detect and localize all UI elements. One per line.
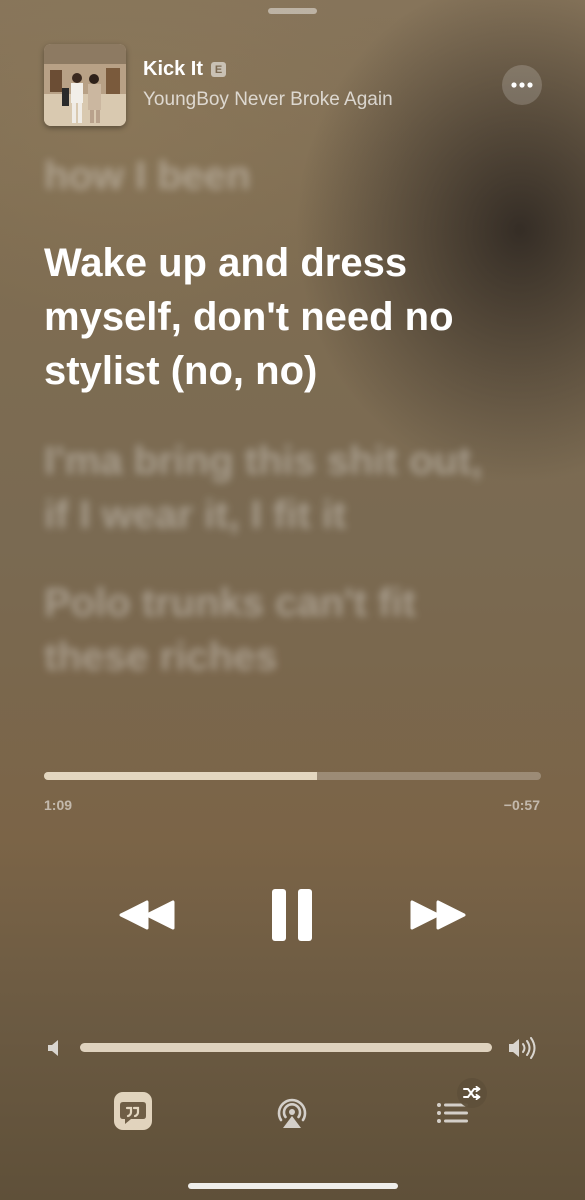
home-indicator[interactable] bbox=[188, 1183, 398, 1189]
volume-low-button bbox=[44, 1037, 64, 1059]
album-art[interactable] bbox=[44, 44, 126, 126]
volume-low-icon bbox=[48, 1040, 58, 1056]
lyric-line-previous[interactable]: how I been bbox=[44, 149, 544, 203]
lyrics-quote-icon bbox=[114, 1092, 152, 1130]
pause-icon bbox=[272, 889, 312, 941]
volume-slider[interactable] bbox=[80, 1043, 492, 1052]
volume-high-button bbox=[506, 1035, 542, 1061]
explicit-badge: E bbox=[211, 62, 227, 77]
pause-button[interactable] bbox=[264, 884, 320, 946]
rewind-icon bbox=[119, 900, 175, 930]
sheet-grabber[interactable] bbox=[268, 8, 317, 14]
elapsed-time: 1:09 bbox=[44, 797, 73, 813]
rewind-button[interactable] bbox=[116, 893, 178, 937]
volume-high-icon bbox=[509, 1037, 536, 1059]
progress-scrubber[interactable] bbox=[44, 772, 541, 780]
fast-forward-icon bbox=[410, 900, 466, 930]
artist-name[interactable]: YoungBoy Never Broke Again bbox=[143, 89, 393, 111]
more-button[interactable] bbox=[502, 65, 542, 105]
shuffle-badge[interactable] bbox=[457, 1078, 487, 1108]
remaining-time: −0:57 bbox=[503, 797, 540, 813]
song-title[interactable]: Kick It bbox=[143, 58, 203, 81]
fast-forward-button[interactable] bbox=[407, 893, 469, 937]
more-ellipsis-icon bbox=[511, 82, 533, 88]
lyric-line-next[interactable]: I'ma bring this shit out, if I wear it, … bbox=[44, 434, 514, 542]
lyric-line-current[interactable]: Wake up and dress myself, don't need no … bbox=[44, 236, 544, 398]
lyrics-button[interactable] bbox=[112, 1090, 154, 1132]
lyric-line-next-2[interactable]: Polo trunks can't fit these riches bbox=[44, 576, 504, 684]
progress-fill bbox=[44, 772, 318, 780]
airplay-icon bbox=[277, 1098, 307, 1128]
airplay-button[interactable] bbox=[273, 1094, 311, 1132]
shuffle-icon bbox=[463, 1086, 481, 1100]
